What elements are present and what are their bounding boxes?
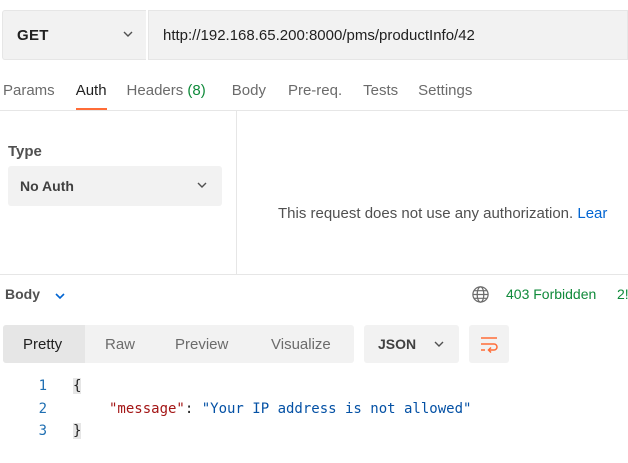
method-label: GET: [17, 26, 49, 44]
chevron-down-icon: [197, 182, 207, 188]
line-number: 2: [38, 400, 47, 417]
view-tab-pretty[interactable]: Pretty: [3, 325, 85, 363]
tab-pre-request[interactable]: Pre-req.: [288, 72, 342, 110]
tab-auth[interactable]: Auth: [75, 72, 107, 110]
view-tab-raw[interactable]: Raw: [85, 325, 155, 363]
tab-settings[interactable]: Settings: [418, 72, 472, 110]
format-select[interactable]: JSON: [364, 325, 459, 363]
line-number: 3: [38, 423, 47, 439]
tab-headers-label: Headers: [126, 82, 184, 99]
json-value: "Your IP address is not allowed": [201, 400, 472, 417]
code-line: 3 }: [0, 423, 628, 446]
chevron-down-icon[interactable]: [54, 290, 66, 302]
headers-count-badge: (8): [187, 82, 206, 99]
response-time: 2!: [617, 286, 628, 302]
wrap-lines-button[interactable]: [469, 325, 509, 363]
request-url-bar: GET http://192.168.65.200:8000/pms/produ…: [2, 10, 628, 60]
close-brace: }: [73, 423, 82, 439]
response-view-tabs: Pretty Raw Preview Visualize: [3, 325, 354, 363]
response-body-label[interactable]: Body: [5, 286, 40, 302]
wrap-lines-icon: [481, 337, 498, 353]
response-code-view[interactable]: 1 { 2 "message": "Your IP address is not…: [0, 378, 628, 446]
tab-params[interactable]: Params: [3, 72, 55, 110]
url-input[interactable]: http://192.168.65.200:8000/pms/productIn…: [148, 10, 628, 60]
auth-message-text: This request does not use any authorizat…: [278, 205, 574, 222]
tab-body[interactable]: Body: [232, 72, 266, 110]
line-number: 1: [38, 378, 47, 394]
tab-headers[interactable]: Headers (8): [127, 72, 206, 110]
open-brace: {: [73, 378, 82, 394]
chevron-down-icon: [123, 31, 133, 37]
view-tab-preview[interactable]: Preview: [155, 325, 251, 363]
divider: [0, 274, 628, 275]
response-status[interactable]: 403 Forbidden: [506, 286, 596, 302]
code-line: 2 "message": "Your IP address is not all…: [0, 401, 628, 424]
auth-type-select[interactable]: No Auth: [8, 166, 222, 206]
view-tab-visualize[interactable]: Visualize: [251, 325, 354, 363]
request-tabs: Params Auth Headers (8) Body Pre-req. Te…: [0, 72, 628, 110]
code-line: 1 {: [0, 378, 628, 401]
chevron-down-icon: [434, 341, 444, 347]
method-select[interactable]: GET: [2, 10, 146, 60]
tab-tests[interactable]: Tests: [363, 72, 398, 110]
auth-type-panel: Type No Auth: [0, 111, 237, 274]
auth-type-value: No Auth: [20, 178, 74, 194]
auth-message: This request does not use any authorizat…: [278, 205, 607, 222]
format-value: JSON: [378, 336, 417, 352]
json-entry: "message": "Your IP address is not allow…: [109, 401, 471, 417]
auth-type-label: Type: [8, 143, 42, 160]
globe-icon[interactable]: [471, 285, 490, 304]
learn-more-link[interactable]: Lear: [577, 205, 607, 222]
json-key: "message": [109, 400, 185, 417]
json-colon: :: [184, 400, 202, 417]
